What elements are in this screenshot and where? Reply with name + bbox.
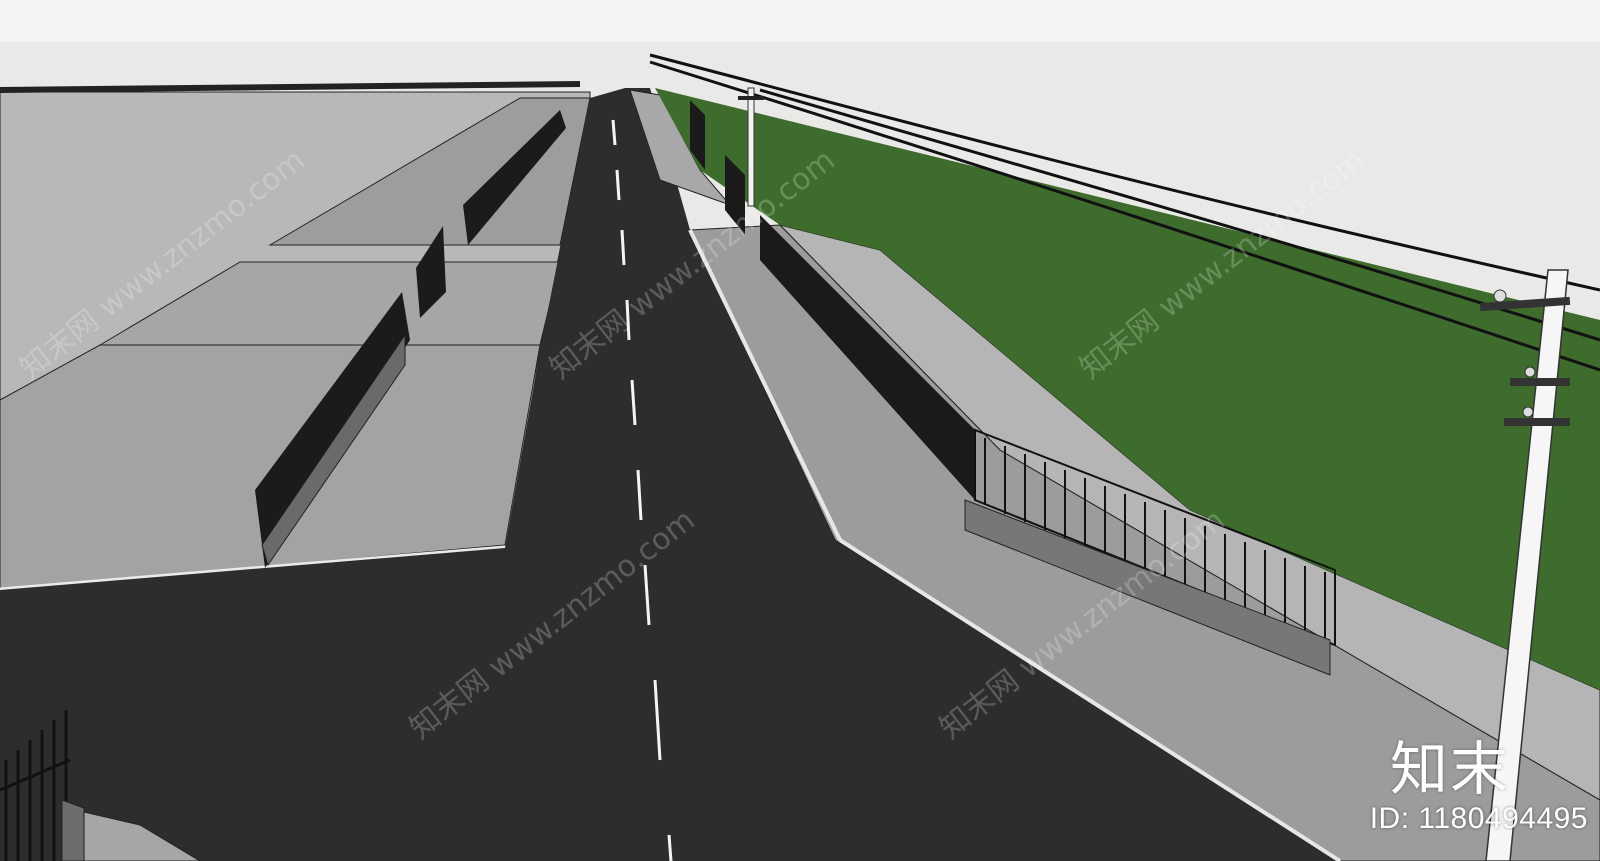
bottom-left-pillar	[61, 799, 85, 861]
top-bar	[0, 0, 1600, 42]
road-scene-model: 知末网 www.znzmo.com 知末网 www.znzmo.com 知末网 …	[0, 0, 1600, 861]
brand-logo-text: 知末	[1389, 735, 1510, 803]
asset-id-label: ID: 1180494495	[1369, 802, 1588, 835]
